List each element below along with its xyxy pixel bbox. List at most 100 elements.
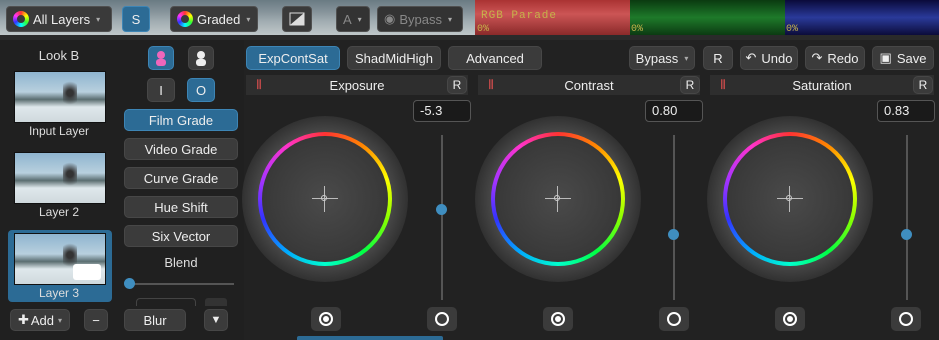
bypass-dropdown-top[interactable]: ◉ Bypass ▾ <box>377 6 463 32</box>
reset-contrast-button[interactable]: R <box>680 76 700 94</box>
contrast-slider-reset-button[interactable] <box>659 307 689 331</box>
person-light-toggle[interactable] <box>188 46 214 70</box>
blend-value-field[interactable] <box>136 298 196 306</box>
bypass-label: Bypass <box>635 50 679 66</box>
tab-advanced[interactable]: Advanced <box>448 46 542 70</box>
blur-button[interactable]: Blur <box>124 309 186 331</box>
graded-dropdown-label: Graded <box>197 11 241 27</box>
tab-shadmidhigh[interactable]: ShadMidHigh <box>347 46 441 70</box>
wheel-header-saturation: Saturation <box>710 75 934 95</box>
blend-mode-toggle[interactable] <box>205 298 227 306</box>
grade-mode-film-grade[interactable]: Film Grade <box>124 109 238 131</box>
input-toggle-label: I <box>159 82 163 98</box>
grade-mode-curve-grade[interactable]: Curve Grade <box>124 167 238 189</box>
blend-slider-knob[interactable] <box>124 278 135 289</box>
wheel-handle[interactable] <box>321 195 327 201</box>
remove-layer-button[interactable]: − <box>84 309 108 331</box>
circle-icon <box>435 312 449 326</box>
saturation-value-field[interactable]: 0.83 <box>877 100 935 122</box>
reset-exposure-button[interactable]: R <box>447 76 467 94</box>
wheel-handle[interactable] <box>554 195 560 201</box>
grade-mode-label: Six Vector <box>151 228 211 244</box>
saturation-slider-knob[interactable] <box>901 229 912 240</box>
input-toggle-button[interactable]: I <box>147 78 175 102</box>
compare-letter-label: A <box>343 11 352 27</box>
blend-slider-track[interactable] <box>130 283 234 285</box>
split-compare-icon <box>289 12 305 26</box>
compare-split-button[interactable] <box>282 6 312 32</box>
contrast-slider-knob[interactable] <box>668 229 679 240</box>
redo-arrow-icon: ↷ <box>811 50 823 65</box>
layer-thumbnail[interactable] <box>14 233 106 285</box>
scope-percent: 0% <box>631 24 644 35</box>
exposure-value-field[interactable]: -5.3 <box>413 100 471 122</box>
wheel-center <box>495 136 621 262</box>
chevron-down-icon: ▾ <box>58 315 63 325</box>
grade-mode-label: Film Grade <box>148 112 214 128</box>
rgb-channels-icon[interactable]: ⫼ <box>712 77 734 93</box>
saturation-slider-track[interactable] <box>906 135 908 300</box>
wheel-center <box>727 136 853 262</box>
saturation-wheel-reset-button[interactable] <box>775 307 805 331</box>
layer-thumbnail[interactable] <box>14 152 106 204</box>
plus-icon: ✚ <box>17 312 29 327</box>
chevron-down-icon: ▾ <box>447 14 452 24</box>
saturation-color-wheel[interactable] <box>723 132 857 266</box>
bypass-dropdown-label: Bypass <box>399 11 442 27</box>
rgb-parade-scope: RGB Parade 0% 0% 0% <box>475 0 939 35</box>
scope-percent: 0% <box>786 24 799 35</box>
add-layer-button[interactable]: ✚ Add ▾ <box>10 309 70 331</box>
scope-title: RGB Parade <box>481 10 558 22</box>
look-title: Look B <box>38 48 80 63</box>
tab-expcontsat[interactable]: ExpContSat <box>246 46 340 70</box>
layer-label: Input Layer <box>28 124 90 138</box>
layers-dropdown[interactable]: All Layers ▾ <box>6 6 112 32</box>
remove-layer-label: − <box>92 312 100 328</box>
exposure-wheel-reset-button[interactable] <box>311 307 341 331</box>
save-button[interactable]: ▣ Save <box>872 46 934 70</box>
contrast-value-field[interactable]: 0.80 <box>645 100 703 122</box>
solo-button[interactable]: S <box>122 6 150 32</box>
circle-icon <box>899 312 913 326</box>
wheel-header-contrast: Contrast <box>478 75 700 95</box>
exposure-color-wheel[interactable] <box>258 132 392 266</box>
bottom-scroll-indicator[interactable] <box>297 336 443 340</box>
blur-label: Blur <box>143 312 167 328</box>
wheel-title: Contrast <box>564 77 614 93</box>
rgb-channels-icon[interactable]: ⫼ <box>248 77 270 93</box>
add-layer-label: Add <box>30 312 55 328</box>
redo-label: Redo <box>827 50 859 66</box>
redo-button[interactable]: ↷ Redo <box>805 46 865 70</box>
contrast-color-wheel[interactable] <box>491 132 625 266</box>
wheel-header-exposure: Exposure <box>246 75 468 95</box>
rgb-channels-icon[interactable]: ⫼ <box>480 77 502 93</box>
undo-button[interactable]: ↶ Undo <box>740 46 798 70</box>
graded-dropdown[interactable]: Graded ▾ <box>170 6 258 32</box>
bypass-dropdown[interactable]: Bypass ▾ <box>629 46 695 70</box>
grade-mode-label: Hue Shift <box>154 199 208 215</box>
layer-thumbnail[interactable] <box>14 71 106 123</box>
reset-label: R <box>918 78 928 92</box>
layers-dropdown-label: All Layers <box>33 11 91 27</box>
parade-blue-channel <box>785 0 939 35</box>
blur-dropdown-button[interactable]: ▼ <box>204 309 228 331</box>
chevron-down-icon: ▼ <box>210 314 222 326</box>
contrast-slider-track[interactable] <box>673 135 675 300</box>
grade-mode-six-vector[interactable]: Six Vector <box>124 225 238 247</box>
exposure-slider-track[interactable] <box>441 135 443 300</box>
reset-label: R <box>452 78 462 92</box>
contrast-wheel-reset-button[interactable] <box>543 307 573 331</box>
grade-mode-hue-shift[interactable]: Hue Shift <box>124 196 238 218</box>
reset-saturation-button[interactable]: R <box>913 76 933 94</box>
exposure-slider-reset-button[interactable] <box>427 307 457 331</box>
grade-mode-video-grade[interactable]: Video Grade <box>124 138 238 160</box>
output-toggle-button[interactable]: O <box>187 78 215 102</box>
compare-letter-dropdown[interactable]: A ▾ <box>336 6 370 32</box>
layer-mask-indicator <box>73 264 101 280</box>
grade-mode-panel <box>118 40 244 340</box>
wheel-handle[interactable] <box>786 195 792 201</box>
reset-all-button[interactable]: R <box>703 46 733 70</box>
person-dark-toggle[interactable] <box>148 46 174 70</box>
chevron-down-icon: ▾ <box>684 53 689 63</box>
saturation-slider-reset-button[interactable] <box>891 307 921 331</box>
